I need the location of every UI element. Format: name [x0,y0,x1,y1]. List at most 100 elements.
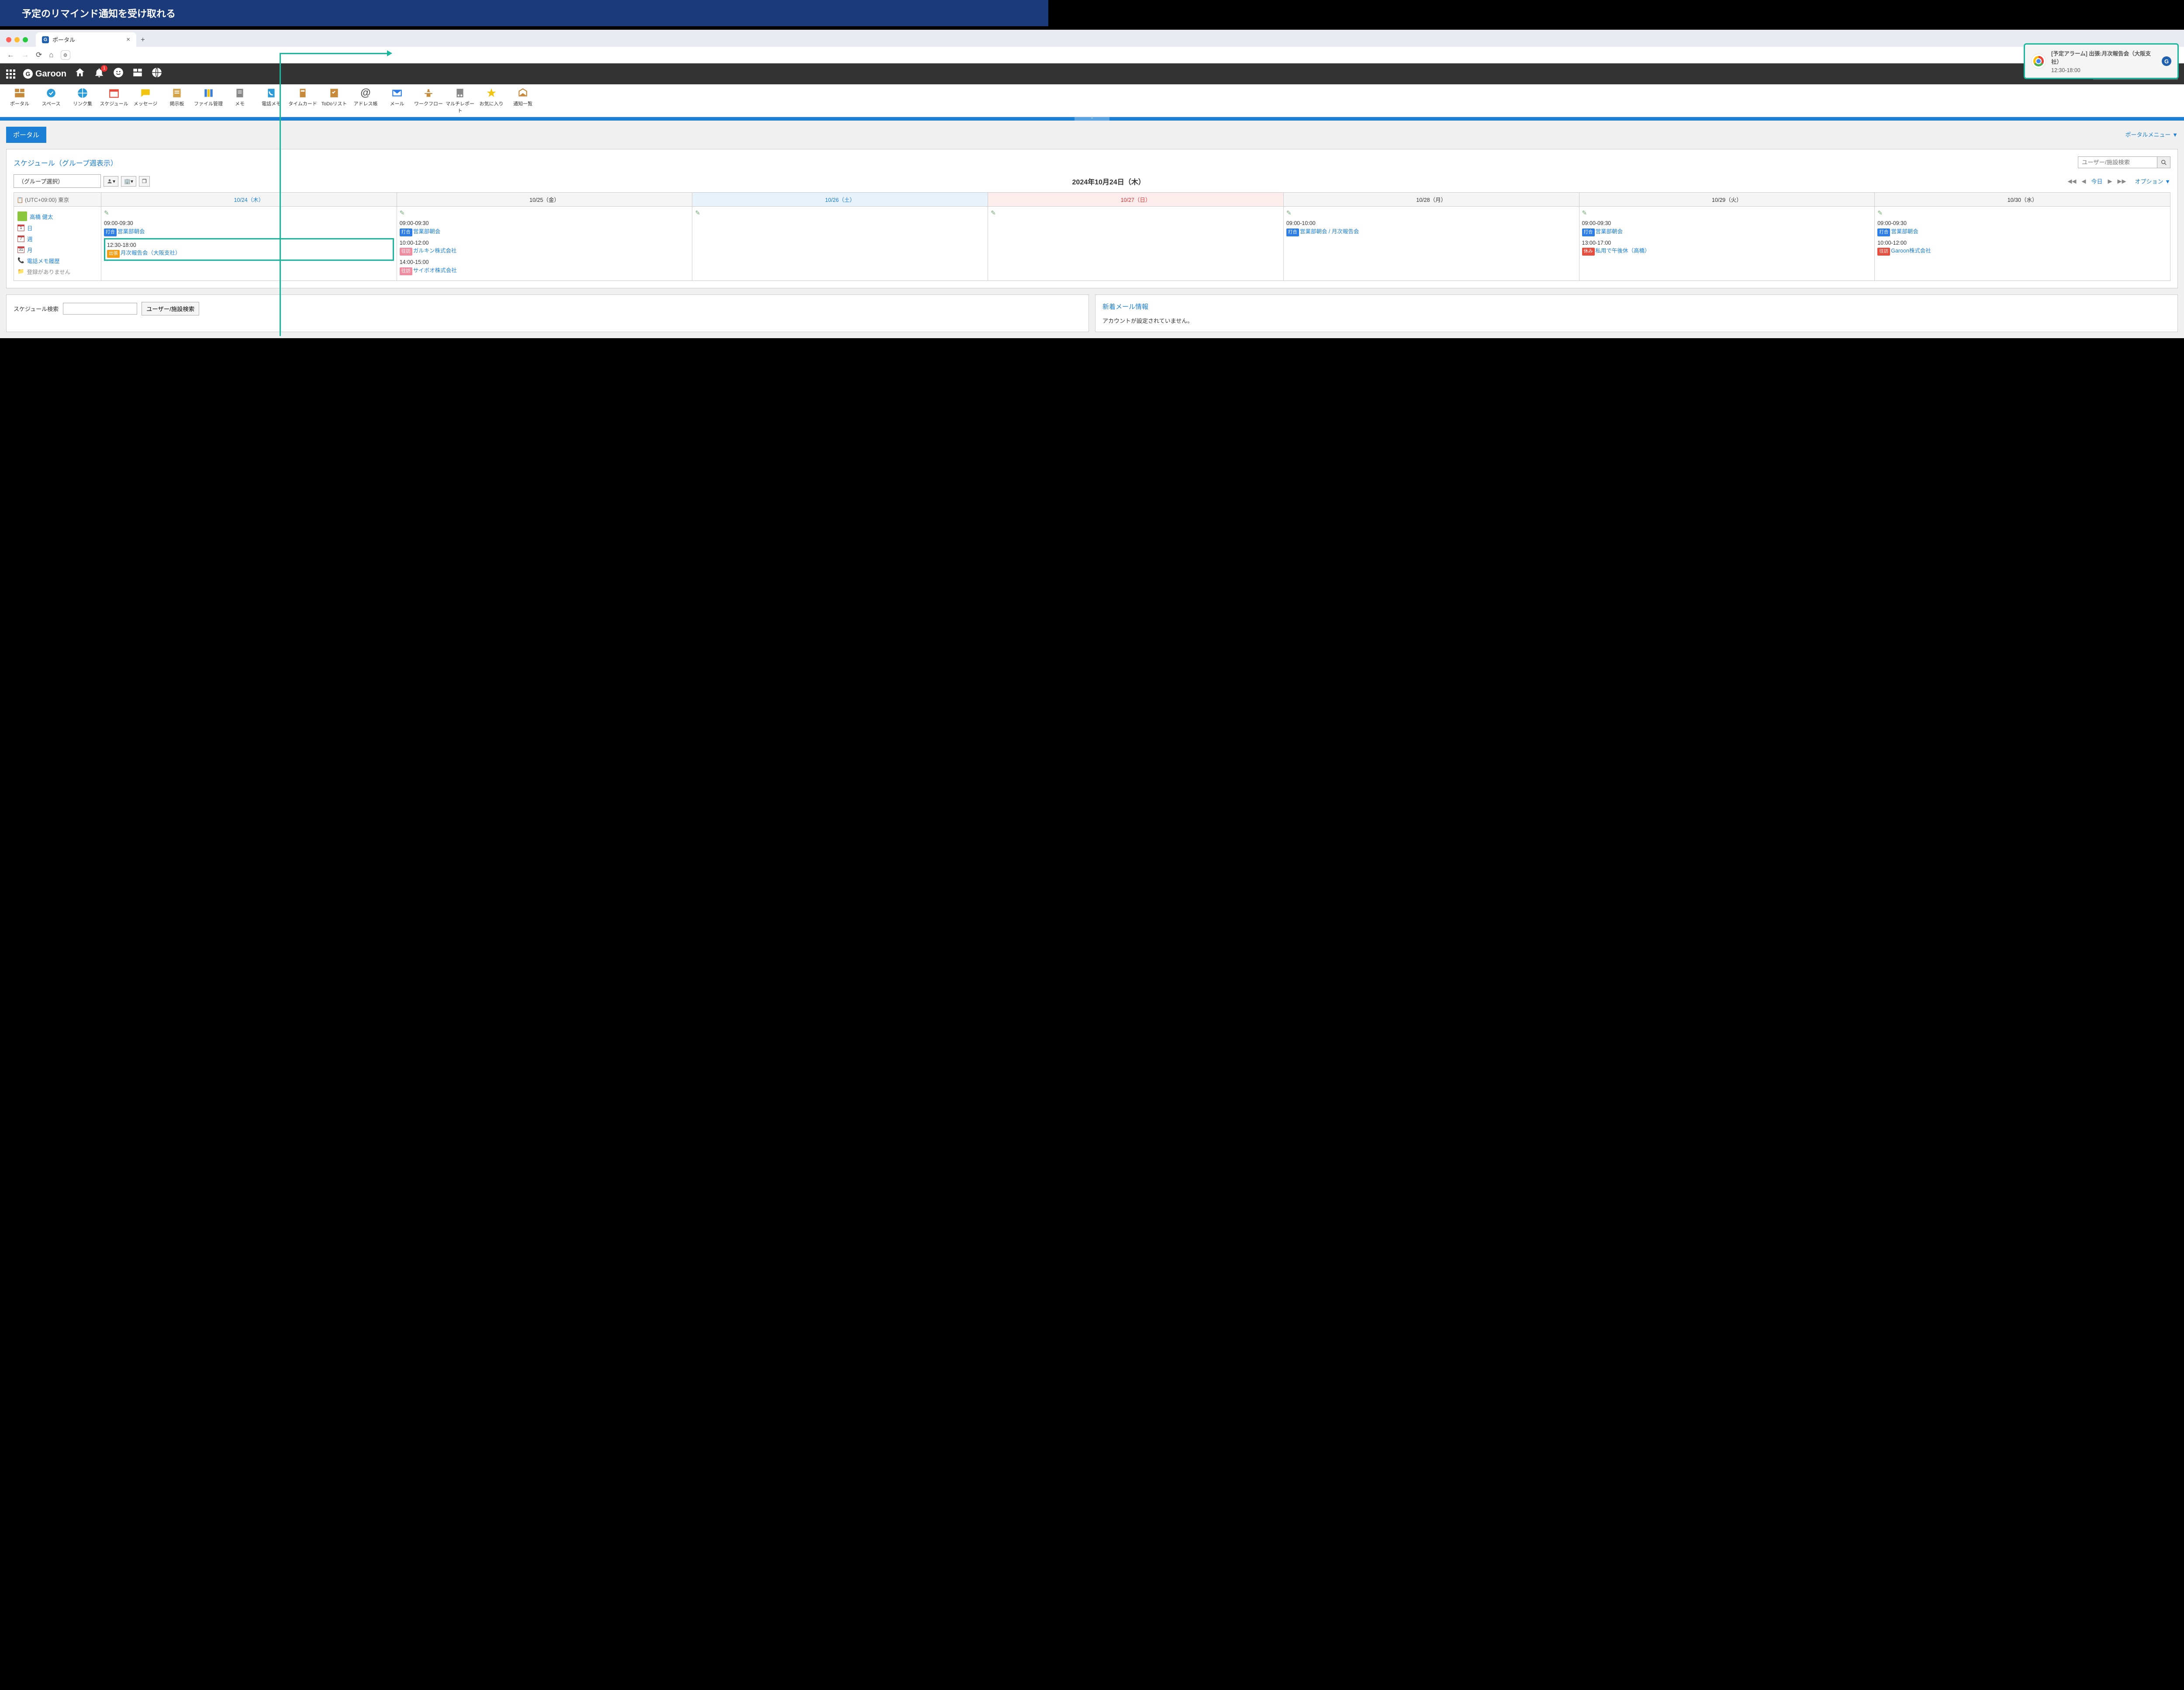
nav-memo[interactable]: メモ [225,87,255,114]
schedule-search-label: スケジュール検索 [14,305,59,313]
prev-day-icon[interactable]: ◀ [2082,178,2086,185]
add-event-icon[interactable]: ✎ [104,209,109,216]
no-entries-label: 登録がありません [27,267,71,276]
user-picker-button[interactable]: ▾ [104,176,118,187]
search-icon[interactable] [2157,157,2170,168]
user-search-input[interactable] [2078,157,2157,168]
week-view-link[interactable]: 週 [27,235,33,243]
day-header[interactable]: 10/28（月） [1283,193,1579,207]
mail-panel: 新着メール情報 アカウントが設定されていません。 [1095,294,2178,332]
brand[interactable]: G Garoon [23,69,66,79]
day-cell[interactable]: ✎ 09:00-09:30打合営業部朝会 10:00-12:00往訪Garoon株式… [1875,207,2170,281]
globe-icon[interactable] [151,67,162,81]
nav-space[interactable]: スペース [36,87,66,114]
month-view-link[interactable]: 月 [27,246,33,254]
close-window-icon[interactable] [6,37,11,42]
event-item[interactable]: 09:00-10:00打合営業部朝会 / 月次報告会 [1286,219,1576,236]
popup-button[interactable]: ❐ [139,176,150,187]
browser-tab[interactable]: G ポータル × [36,32,136,47]
user-avatar-icon [17,211,27,221]
nav-todo[interactable]: ToDoリスト [319,87,349,114]
day-cell[interactable]: ✎ [692,207,988,281]
facility-picker-button[interactable]: 🏢▾ [121,176,136,187]
add-event-icon[interactable]: ✎ [1582,209,1587,216]
event-item[interactable]: 10:00-12:00往訪ガルキン株式会社 [400,239,690,256]
bottom-panels: スケジュール検索 ユーザー/施設検索 新着メール情報 アカウントが設定されていま… [6,294,2178,332]
nav-schedule[interactable]: スケジュール [99,87,129,114]
notification-title: [予定アラーム] 出張:月次報告会（大阪支社） [2051,49,2156,66]
forward-icon[interactable]: → [21,51,29,59]
back-icon[interactable]: ← [7,51,14,59]
smile-icon[interactable] [113,67,124,81]
add-event-icon[interactable]: ✎ [695,209,700,216]
brand-name: Garoon [35,69,66,79]
desktop-notification[interactable]: [予定アラーム] 出張:月次報告会（大阪支社） 12:30-18:00 G [2024,43,2179,79]
schedule-title[interactable]: スケジュール（グループ週表示） [14,157,117,168]
day-cell[interactable]: ✎ 09:00-09:30打合営業部朝会 10:00-12:00往訪ガルキン株式会社… [397,207,692,281]
event-item[interactable]: 09:00-09:30打合営業部朝会 [104,219,394,236]
day-header[interactable]: 10/25（金） [397,193,692,207]
day-view-link[interactable]: 日 [27,224,33,232]
reload-icon[interactable]: ⟳ [36,51,42,59]
event-item[interactable]: 12:30-18:00出張月次報告会（大阪支社） [104,238,394,261]
day-header[interactable]: 10/24（木） [101,193,397,207]
month-view-icon: 31 [17,246,24,253]
portal-menu-dropdown[interactable]: ポータルメニュー ▼ [2125,127,2178,139]
nav-links[interactable]: リンク集 [67,87,98,114]
nav-workflow[interactable]: ワークフロー [413,87,444,114]
home-nav-icon[interactable] [74,67,86,81]
event-item[interactable]: 09:00-09:30打合営業部朝会 [1582,219,1872,236]
nav-favorite[interactable]: お気に入り [476,87,507,114]
add-event-icon[interactable]: ✎ [400,209,405,216]
day-cell[interactable]: ✎ [988,207,1284,281]
user-facility-search-button[interactable]: ユーザー/施設検索 [142,302,199,315]
close-tab-icon[interactable]: × [126,36,130,43]
folder-icon: 📁 [17,268,24,275]
event-item[interactable]: 10:00-12:00往訪Garoon株式会社 [1877,239,2167,256]
bell-icon[interactable]: 1 [93,67,105,81]
group-select[interactable]: （グループ選択） [14,174,101,188]
maximize-window-icon[interactable] [23,37,28,42]
day-cell[interactable]: ✎ 09:00-10:00打合営業部朝会 / 月次報告会 [1283,207,1579,281]
nav-portal[interactable]: ポータル [4,87,35,114]
collapse-bar[interactable]: ⌃ [0,117,2184,121]
event-item[interactable]: 09:00-09:30打合営業部朝会 [400,219,690,236]
phone-memo-link[interactable]: 電話メモ履歴 [27,256,60,265]
user-name-link[interactable]: 高橋 健太 [30,212,53,221]
nav-notifications[interactable]: 通知一覧 [508,87,538,114]
nav-files[interactable]: ファイル管理 [193,87,224,114]
nav-multireport[interactable]: マルチレポート [445,87,475,114]
next-day-icon[interactable]: ▶ [2108,178,2112,185]
new-tab-button[interactable]: + [141,35,145,44]
day-header[interactable]: 10/26（土） [692,193,988,207]
event-item[interactable]: 14:00-15:00往訪サイボオ株式会社 [400,258,690,275]
layout-icon[interactable] [132,67,143,81]
event-item[interactable]: 13:00-17:00休み私用で午後休（高橋） [1582,239,1872,256]
day-cell[interactable]: ✎ 09:00-09:30打合営業部朝会 13:00-17:00休み私用で午後休（高… [1579,207,1875,281]
day-header[interactable]: 10/30（水） [1875,193,2170,207]
nav-mail[interactable]: メール [382,87,412,114]
event-item[interactable]: 09:00-09:30打合営業部朝会 [1877,219,2167,236]
week-view-icon: 7 [17,235,24,242]
nav-timecard[interactable]: タイムカード [287,87,318,114]
add-event-icon[interactable]: ✎ [991,209,996,216]
today-button[interactable]: 今日 [2091,177,2103,185]
day-header[interactable]: 10/27（日） [988,193,1284,207]
day-header[interactable]: 10/29（火） [1579,193,1875,207]
add-event-icon[interactable]: ✎ [1877,209,1883,216]
next-week-icon[interactable]: ▶▶ [2118,178,2126,185]
prev-week-icon[interactable]: ◀◀ [2068,178,2077,185]
apps-grid-icon[interactable] [6,69,15,79]
app-root: G Garoon 1 高橋 健太 ⌄ [0,63,2184,338]
nav-message[interactable]: メッセージ [130,87,161,114]
options-dropdown[interactable]: オプション ▼ [2135,177,2170,185]
minimize-window-icon[interactable] [14,37,20,42]
nav-phone-memo[interactable]: 電話メモ [256,87,287,114]
site-settings-icon[interactable]: ⚙ [61,50,70,60]
day-cell[interactable]: ✎ 09:00-09:30打合営業部朝会 12:30-18:00出張月次報告会（大阪… [101,207,397,281]
schedule-search-input[interactable] [63,303,137,315]
nav-board[interactable]: 掲示板 [162,87,192,114]
nav-address[interactable]: @アドレス帳 [350,87,381,114]
home-icon[interactable]: ⌂ [49,51,53,59]
add-event-icon[interactable]: ✎ [1286,209,1292,216]
